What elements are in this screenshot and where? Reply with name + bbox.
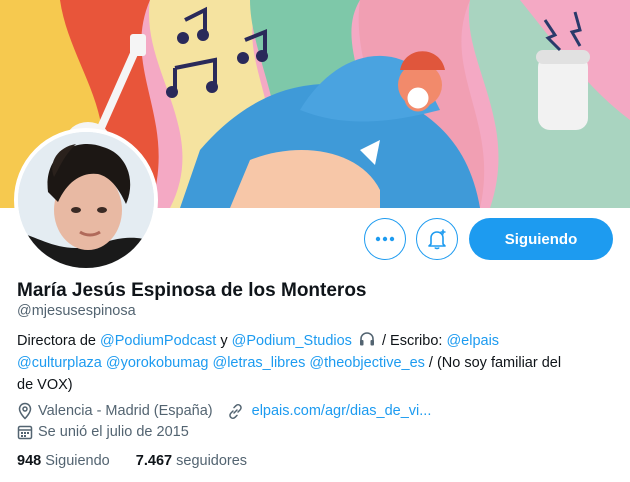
more-options-button[interactable] bbox=[364, 218, 406, 260]
mention-culturplaza[interactable]: @culturplaza bbox=[17, 355, 102, 371]
mention-letras-libres[interactable]: @letras_libres bbox=[212, 355, 305, 371]
website-link[interactable]: elpais.com/agr/dias_de_vi... bbox=[252, 403, 432, 419]
headphones-icon bbox=[359, 332, 374, 346]
profile-name: María Jesús Espinosa de los Monteros bbox=[17, 280, 367, 301]
bio-text: / (No soy familiar del bbox=[424, 355, 562, 371]
following-count: 948 bbox=[17, 453, 42, 469]
profile-meta-location: Valencia - Madrid (España) elpais.com/ag… bbox=[17, 402, 431, 420]
profile-bio: Directora de @PodiumPodcast y @Podium_St… bbox=[17, 330, 617, 396]
bio-text: Directora de bbox=[17, 333, 101, 349]
joined-text: Se unió el julio de 2015 bbox=[38, 424, 189, 440]
ellipsis-icon bbox=[375, 236, 395, 242]
followers-count: 7.467 bbox=[135, 453, 173, 469]
profile-avatar[interactable] bbox=[14, 128, 158, 272]
mention-yorokobumag[interactable]: @yorokobumag bbox=[106, 355, 209, 371]
following-button[interactable]: Siguiendo bbox=[469, 218, 613, 260]
notifications-button[interactable] bbox=[416, 218, 458, 260]
followers-stat[interactable]: 7.467 seguidores bbox=[136, 453, 247, 469]
profile-stats: 948 Siguiendo 7.467 seguidores bbox=[17, 453, 247, 469]
bio-line-3: de VOX) bbox=[17, 377, 73, 393]
avatar-photo bbox=[18, 132, 154, 268]
calendar-icon bbox=[17, 425, 33, 440]
following-label: Siguiendo bbox=[45, 453, 110, 469]
bio-text: y bbox=[216, 333, 232, 349]
following-stat[interactable]: 948 Siguiendo bbox=[17, 453, 110, 469]
mention-theobjective[interactable]: @theobjective_es bbox=[309, 355, 424, 371]
bell-plus-icon bbox=[428, 229, 446, 250]
profile-handle: @mjesusespinosa bbox=[17, 303, 136, 319]
profile-meta-joined: Se unió el julio de 2015 bbox=[17, 424, 189, 440]
mention-elpais[interactable]: @elpais bbox=[446, 333, 499, 349]
link-icon bbox=[228, 403, 242, 419]
location-text: Valencia - Madrid (España) bbox=[38, 403, 213, 419]
mention-podium-studios[interactable]: @Podium_Studios bbox=[232, 333, 352, 349]
bio-line-1: Directora de @PodiumPodcast y @Podium_St… bbox=[17, 330, 617, 352]
mention-podiumpodcast[interactable]: @PodiumPodcast bbox=[100, 333, 216, 349]
bio-text: / Escribo: bbox=[377, 333, 447, 349]
followers-label: seguidores bbox=[176, 453, 248, 469]
bio-line-2: @culturplaza @yorokobumag @letras_libres… bbox=[17, 352, 617, 374]
location-pin-icon bbox=[18, 402, 32, 420]
